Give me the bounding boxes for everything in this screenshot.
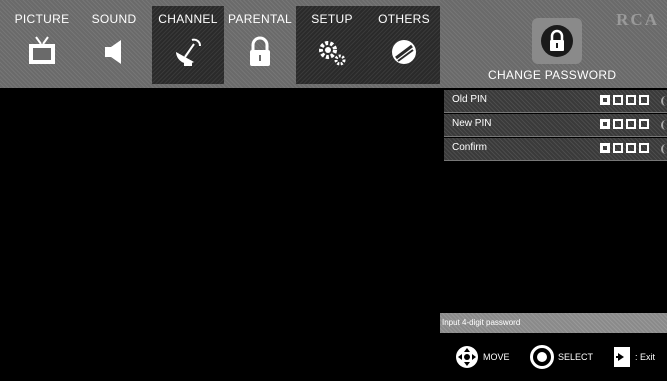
page-title: CHANGE PASSWORD: [488, 68, 617, 82]
change-password-icon-box: [532, 18, 582, 64]
tab-picture[interactable]: PICTURE: [6, 6, 78, 84]
help-bar: Input 4-digit password: [440, 313, 667, 333]
pin-digit-box[interactable]: [626, 95, 636, 105]
tab-others[interactable]: OTHERS: [368, 6, 440, 84]
tab-label: OTHERS: [378, 12, 430, 26]
pin-digit-box[interactable]: [639, 143, 649, 153]
new-pin-label: New PIN: [452, 118, 492, 129]
gears-icon: [319, 41, 346, 66]
menu-bar: PICTURE SOUND CHANNEL PARENTAL SETUP OTH…: [0, 0, 667, 88]
old-pin-label: Old PIN: [452, 94, 488, 105]
pin-digit-box[interactable]: [600, 143, 610, 153]
tab-label: SETUP: [311, 12, 353, 26]
pin-digit-box[interactable]: [600, 119, 610, 129]
dpad-icon: [456, 346, 478, 368]
pin-digit-box[interactable]: [639, 95, 649, 105]
select-hint: SELECT: [530, 345, 600, 369]
tv-icon: [29, 36, 55, 64]
pin-digit-box[interactable]: [626, 119, 636, 129]
pin-digit-box[interactable]: [639, 119, 649, 129]
exit-hint: : Exit: [613, 345, 667, 369]
move-label: MOVE: [483, 352, 510, 362]
tab-sound[interactable]: SOUND: [78, 6, 150, 84]
pin-digit-boxes: [600, 143, 652, 155]
move-hint: MOVE: [455, 345, 525, 369]
pin-digit-boxes: [600, 119, 652, 131]
exit-door-icon: [614, 347, 630, 367]
left-panel: [0, 90, 438, 381]
scroll-edge-icon: [661, 120, 667, 130]
brand-logo: RCA: [616, 10, 659, 29]
satellite-dish-icon: [176, 38, 201, 66]
tab-parental[interactable]: PARENTAL: [224, 6, 296, 84]
pin-digit-box[interactable]: [613, 119, 623, 129]
help-text: Input 4-digit password: [442, 318, 521, 327]
tab-label: CHANNEL: [158, 12, 218, 26]
tab-channel[interactable]: CHANNEL: [152, 6, 224, 84]
pin-digit-box[interactable]: [600, 95, 610, 105]
tab-label: PICTURE: [14, 12, 70, 26]
pin-digit-box[interactable]: [613, 143, 623, 153]
new-pin-field[interactable]: New PIN: [444, 114, 667, 137]
scroll-edge-icon: [661, 144, 667, 154]
ok-button-icon: [530, 345, 554, 369]
pin-digit-box[interactable]: [626, 143, 636, 153]
confirm-pin-label: Confirm: [452, 142, 488, 153]
disc-icon: [392, 40, 416, 64]
pin-digit-boxes: [600, 95, 652, 107]
lock-icon: [541, 25, 573, 57]
confirm-pin-field[interactable]: Confirm: [444, 138, 667, 161]
tab-setup[interactable]: SETUP: [296, 6, 368, 84]
speaker-icon: [105, 40, 121, 64]
select-label: SELECT: [558, 352, 594, 362]
tab-label: SOUND: [91, 12, 137, 26]
old-pin-field[interactable]: Old PIN: [444, 90, 667, 113]
pin-digit-box[interactable]: [613, 95, 623, 105]
tab-label: PARENTAL: [228, 12, 292, 26]
lock-icon: [250, 36, 270, 66]
scroll-edge-icon: [661, 96, 667, 106]
exit-label: : Exit: [635, 352, 656, 362]
